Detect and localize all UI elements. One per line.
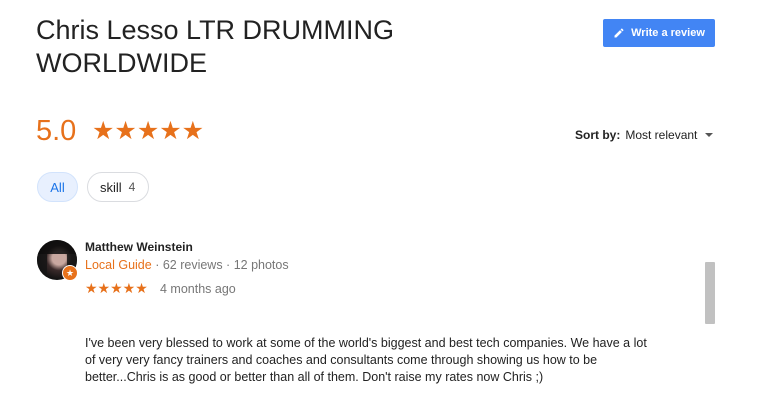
place-title: Chris Lesso LTR DRUMMING WORLDWIDE bbox=[36, 14, 556, 80]
photos-count: 12 photos bbox=[233, 258, 289, 272]
place-title-line-2: WORLDWIDE bbox=[36, 48, 207, 78]
chevron-down-icon bbox=[705, 133, 714, 137]
overall-rating-stars: ★★★★★ bbox=[92, 117, 205, 145]
local-guide-badge[interactable]: Local Guide bbox=[85, 258, 152, 272]
review-stars: ★★★★★ bbox=[85, 280, 148, 296]
review-text: I've been very blessed to work at some o… bbox=[85, 336, 647, 384]
filter-chip-label: skill bbox=[100, 179, 122, 195]
write-review-label: Write a review bbox=[631, 27, 705, 39]
pencil-icon bbox=[613, 27, 625, 39]
reviewer-name[interactable]: Matthew Weinstein bbox=[85, 240, 193, 254]
filter-chip-skill[interactable]: skill 4 bbox=[87, 172, 149, 202]
sort-label: Sort by: bbox=[575, 128, 621, 142]
sort-dropdown[interactable]: Sort by: Most relevant bbox=[575, 128, 714, 142]
filter-chip-count: 4 bbox=[128, 180, 136, 194]
scrollbar-thumb[interactable] bbox=[705, 262, 715, 324]
local-guide-star-icon: ★ bbox=[62, 265, 78, 281]
sort-value: Most relevant bbox=[625, 128, 698, 142]
reviewer-meta: Local Guide · 62 reviews · 12 photos bbox=[85, 258, 289, 272]
filter-chip-label: All bbox=[50, 179, 65, 195]
filter-chip-all[interactable]: All bbox=[37, 172, 78, 202]
meta-separator: · bbox=[222, 258, 234, 272]
place-title-line-1: Chris Lesso LTR DRUMMING bbox=[36, 15, 395, 45]
reviews-count: 62 reviews bbox=[162, 258, 223, 272]
overall-rating-value: 5.0 bbox=[36, 115, 77, 147]
meta-separator: · bbox=[151, 258, 163, 272]
review-time: 4 months ago bbox=[160, 282, 236, 296]
write-review-button[interactable]: Write a review bbox=[603, 19, 715, 47]
